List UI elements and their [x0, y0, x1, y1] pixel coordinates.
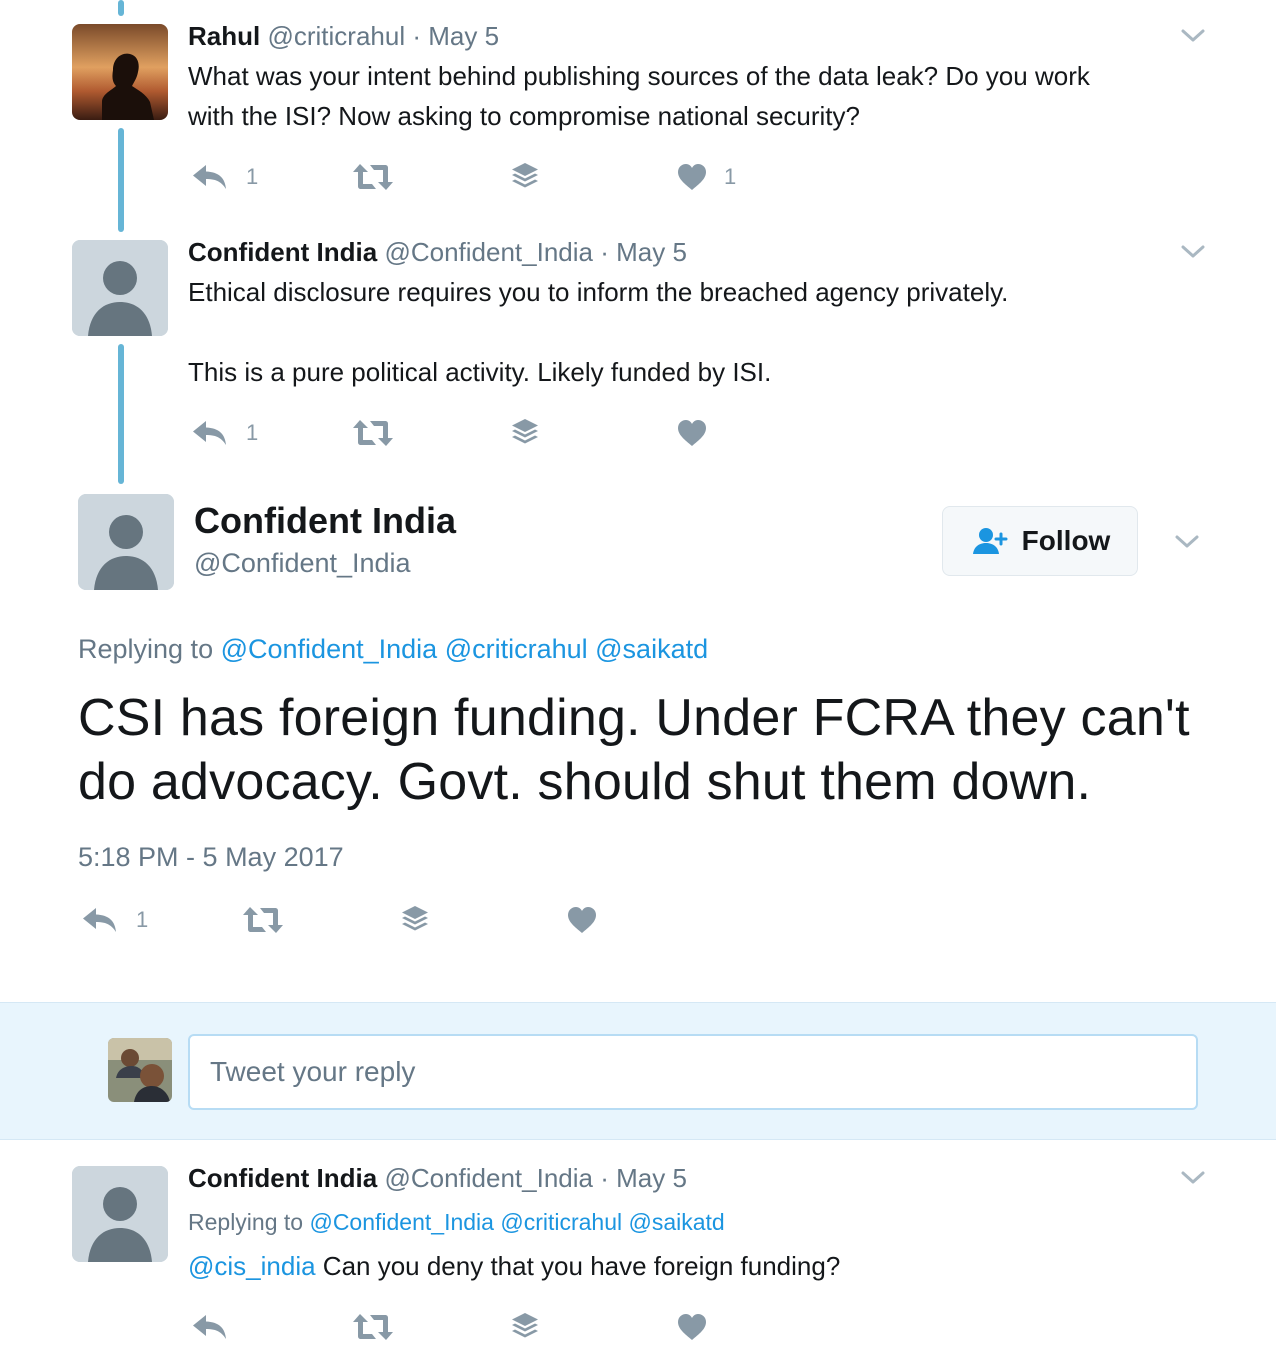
tweet-text-line: What was your intent behind publishing s…: [188, 61, 1090, 91]
retweet-button[interactable]: [241, 900, 285, 940]
reply-count: 1: [246, 420, 259, 445]
reply-mention-link[interactable]: @criticrahul: [445, 634, 588, 664]
chevron-down-icon[interactable]: [1179, 1168, 1207, 1188]
reply-count: 1: [136, 907, 149, 932]
layers-icon: [509, 1311, 541, 1343]
like-button[interactable]: [566, 900, 598, 940]
tweet-timestamp[interactable]: 5:18 PM - 5 May 2017: [78, 840, 344, 874]
reply-icon: [190, 1312, 230, 1342]
reply-count: 1: [246, 164, 259, 189]
replying-label: Replying to: [188, 1209, 304, 1235]
retweet-button[interactable]: [351, 1307, 395, 1347]
avatar-confident-india[interactable]: [72, 240, 168, 336]
tweet-date[interactable]: May 5: [616, 1163, 687, 1193]
heart-icon: [566, 905, 598, 935]
tweet-text-line: This is a pure political activity. Likel…: [188, 357, 772, 387]
reply-icon: [80, 905, 120, 935]
replying-to: Replying to @Confident_India @criticrahu…: [188, 1207, 725, 1237]
layers-button[interactable]: [509, 413, 541, 453]
retweet-button[interactable]: [351, 157, 395, 197]
reply-mention-link[interactable]: @criticrahul: [500, 1209, 622, 1235]
tweet-text: What was your intent behind publishing s…: [188, 56, 1198, 136]
retweet-icon: [351, 162, 395, 192]
reply-button[interactable]: [190, 1307, 230, 1347]
chevron-down-icon[interactable]: [1179, 26, 1207, 46]
avatar-main-tweet[interactable]: [78, 494, 174, 590]
follow-label: Follow: [1021, 525, 1111, 556]
avatar-confident-india[interactable]: [72, 1166, 168, 1262]
display-name[interactable]: Confident India: [188, 1163, 377, 1193]
layers-button[interactable]: [399, 900, 431, 940]
replying-to: Replying to @Confident_India @criticrahu…: [78, 632, 708, 666]
reply-icon: [190, 418, 230, 448]
separator-dot: ·: [600, 237, 609, 267]
thread-line-1: [118, 128, 124, 232]
chevron-down-icon[interactable]: [1173, 532, 1201, 552]
separator-dot: ·: [600, 1163, 609, 1193]
follow-button[interactable]: Follow: [942, 506, 1138, 576]
main-tweet-text: CSI has foreign funding. Under FCRA they…: [78, 686, 1228, 814]
heart-icon: [676, 162, 708, 192]
avatar-rahul[interactable]: [72, 24, 168, 120]
reply-mention-link[interactable]: @saikatd: [595, 634, 708, 664]
reply-mention-link[interactable]: @saikatd: [629, 1209, 725, 1235]
tweet-date[interactable]: May 5: [428, 21, 499, 51]
like-button[interactable]: [676, 1307, 708, 1347]
tweet-text: Ethical disclosure requires you to infor…: [188, 272, 1198, 392]
tweet-text: @cis_india Can you deny that you have fo…: [188, 1246, 1198, 1286]
like-button[interactable]: 1: [676, 157, 736, 197]
retweet-icon: [351, 1312, 395, 1342]
like-count: 1: [724, 164, 737, 189]
retweet-icon: [241, 905, 285, 935]
tweet-header: Rahul @criticrahul · May 5: [188, 20, 499, 52]
main-tweet-text-line: do advocacy. Govt. should shut them down…: [78, 753, 1092, 811]
layers-icon: [509, 161, 541, 193]
mention-link[interactable]: @cis_india: [188, 1251, 316, 1281]
thread-line-2: [118, 344, 124, 484]
user-handle[interactable]: @Confident_India: [384, 1163, 593, 1193]
tweet-header: Confident India @Confident_India · May 5: [188, 236, 687, 268]
user-handle[interactable]: @Confident_India: [384, 237, 593, 267]
main-display-name[interactable]: Confident India: [194, 500, 456, 542]
tweet-text-line: with the ISI? Now asking to compromise n…: [188, 101, 860, 131]
retweet-icon: [351, 418, 395, 448]
reply-mention-link[interactable]: @Confident_India: [309, 1209, 493, 1235]
display-name[interactable]: Rahul: [188, 21, 260, 51]
tweet-text-body: Can you deny that you have foreign fundi…: [315, 1251, 841, 1281]
separator-dot: ·: [412, 21, 422, 51]
reply-button[interactable]: 1: [190, 413, 258, 453]
tweet-date[interactable]: May 5: [616, 237, 687, 267]
main-user-handle[interactable]: @Confident_India: [194, 546, 411, 580]
replying-label: Replying to: [78, 634, 214, 664]
retweet-button[interactable]: [351, 413, 395, 453]
layers-button[interactable]: [509, 157, 541, 197]
reply-mention-link[interactable]: @Confident_India: [221, 634, 438, 664]
reply-icon: [190, 162, 230, 192]
layers-button[interactable]: [509, 1307, 541, 1347]
follow-person-icon: [972, 528, 1008, 554]
heart-icon: [676, 1312, 708, 1342]
tweet-text-line: Ethical disclosure requires you to infor…: [188, 277, 1009, 307]
tweet-header: Confident India @Confident_India · May 5: [188, 1162, 687, 1194]
main-tweet-text-line: CSI has foreign funding. Under FCRA they…: [78, 689, 1190, 747]
heart-icon: [676, 418, 708, 448]
display-name[interactable]: Confident India: [188, 237, 377, 267]
user-handle[interactable]: @criticrahul: [267, 21, 405, 51]
reply-input[interactable]: [188, 1034, 1198, 1110]
chevron-down-icon[interactable]: [1179, 242, 1207, 262]
current-user-avatar[interactable]: [108, 1038, 172, 1102]
thread-line-top: [118, 0, 124, 16]
layers-icon: [509, 417, 541, 449]
reply-button[interactable]: 1: [80, 900, 148, 940]
like-button[interactable]: [676, 413, 708, 453]
reply-button[interactable]: 1: [190, 157, 258, 197]
layers-icon: [399, 904, 431, 936]
